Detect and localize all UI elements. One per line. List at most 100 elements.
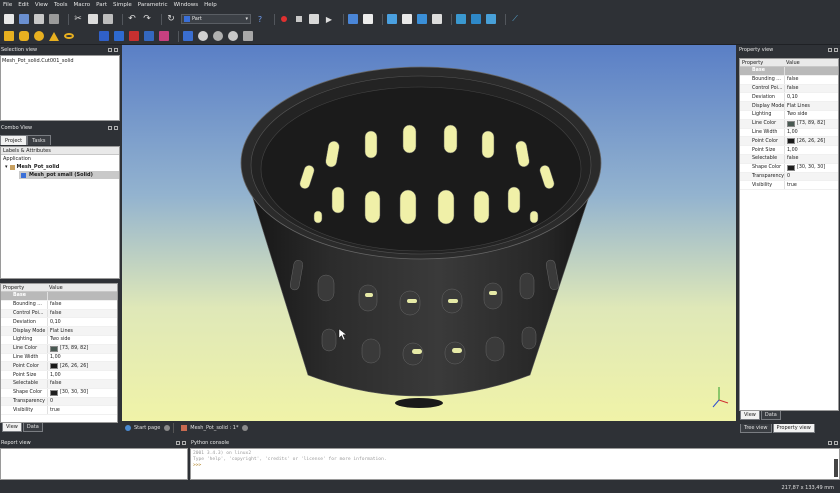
property-row[interactable]: Line Color [73, 89, 82] (1, 344, 117, 354)
property-value[interactable]: [30, 30, 30] (784, 163, 838, 172)
torus-icon[interactable] (64, 31, 74, 41)
report-view-content[interactable] (0, 448, 188, 480)
menu-parametric[interactable]: Parametric (138, 2, 168, 8)
property-row[interactable]: Line Color [73, 89, 82] (740, 119, 838, 129)
color-swatch[interactable] (787, 120, 795, 127)
property-value[interactable]: Two side (47, 335, 117, 344)
property-row[interactable]: Transparency 0 (1, 397, 117, 407)
view-bottom-icon[interactable] (471, 14, 481, 24)
property-value[interactable]: [73, 89, 82] (784, 119, 838, 128)
property-row[interactable]: Selectable false (740, 154, 838, 164)
property-value[interactable]: Flat Lines (47, 327, 117, 335)
cone-icon[interactable] (49, 31, 59, 41)
tab-view[interactable]: View (740, 411, 760, 420)
property-row[interactable]: Transparency 0 (740, 172, 838, 182)
cut-boolean-icon[interactable] (198, 31, 208, 41)
3d-viewport[interactable] (122, 45, 736, 421)
property-value[interactable]: [73, 89, 82] (47, 344, 117, 353)
close-icon[interactable] (834, 441, 838, 445)
menu-part[interactable]: Part (96, 2, 107, 8)
tab-property-view[interactable]: Property view (772, 424, 815, 433)
property-value[interactable]: Flat Lines (784, 102, 838, 110)
menu-view[interactable]: View (35, 2, 48, 8)
property-row[interactable]: Point Size 1,00 (1, 371, 117, 380)
pot-model[interactable] (122, 45, 736, 421)
tab-start-page[interactable]: Start page (122, 423, 175, 433)
property-value[interactable]: Two side (784, 110, 838, 119)
property-value[interactable]: [30, 30, 30] (47, 388, 117, 397)
property-value[interactable]: [26, 26, 26] (784, 137, 838, 146)
property-value[interactable]: true (784, 181, 838, 190)
cylinder-icon[interactable] (19, 31, 29, 41)
color-swatch[interactable] (50, 389, 58, 396)
view-isometric-icon[interactable] (387, 14, 397, 24)
edit-macro-icon[interactable] (309, 14, 319, 24)
record-macro-icon[interactable] (279, 14, 289, 24)
property-row[interactable]: Shape Color [30, 30, 30] (1, 388, 117, 398)
property-value[interactable]: 1,00 (784, 146, 838, 154)
run-macro-icon[interactable]: ▶ (324, 14, 334, 24)
property-row[interactable]: Bounding ... false (740, 75, 838, 85)
property-row[interactable]: Bounding ... false (1, 300, 117, 310)
property-row[interactable]: Display Mode Flat Lines (740, 102, 838, 111)
save-icon[interactable] (34, 14, 44, 24)
property-value[interactable]: 1,00 (47, 353, 117, 362)
cube-icon[interactable] (4, 31, 14, 41)
scrollbar[interactable] (834, 459, 838, 477)
property-value[interactable]: 1,00 (47, 371, 117, 379)
property-value[interactable]: 1,00 (784, 128, 838, 137)
view-top-icon[interactable] (417, 14, 427, 24)
fillet-icon[interactable] (144, 31, 154, 41)
selection-item[interactable]: Mesh_Pot_solid.Cut001_solid (2, 58, 74, 64)
undo-icon[interactable]: ↶ (127, 14, 137, 24)
property-value[interactable]: 0,10 (47, 318, 117, 327)
open-file-icon[interactable] (19, 14, 29, 24)
menu-windows[interactable]: Windows (174, 2, 199, 8)
workbench-selector[interactable]: Part ▾ (181, 14, 251, 24)
property-row[interactable]: Point Color [26, 26, 26] (740, 137, 838, 147)
menu-edit[interactable]: Edit (18, 2, 29, 8)
tree-item-solid[interactable]: Mesh_pot small (Solid) (19, 171, 119, 179)
close-icon[interactable] (834, 48, 838, 52)
close-tab-icon[interactable] (242, 425, 249, 431)
new-file-icon[interactable] (4, 14, 14, 24)
tab-tree-view[interactable]: Tree view (740, 424, 772, 433)
close-tab-icon[interactable] (164, 425, 171, 431)
boolean-icon[interactable] (183, 31, 193, 41)
property-value[interactable]: 0 (784, 172, 838, 181)
property-row[interactable]: Control Poi... false (740, 84, 838, 94)
close-icon[interactable] (182, 441, 186, 445)
group-base[interactable]: Base (740, 67, 838, 76)
expand-icon[interactable]: ▾ (5, 164, 8, 170)
property-row[interactable]: Point Size 1,00 (740, 146, 838, 155)
menu-simple[interactable]: Simple (113, 2, 132, 8)
float-icon[interactable] (176, 441, 180, 445)
extrude-icon[interactable] (99, 31, 109, 41)
view-right-icon[interactable] (432, 14, 442, 24)
sphere-icon[interactable] (34, 31, 44, 41)
color-swatch[interactable] (787, 138, 795, 145)
float-icon[interactable] (828, 48, 832, 52)
property-row[interactable]: Lighting Two side (1, 335, 117, 345)
menu-file[interactable]: File (3, 2, 12, 8)
float-icon[interactable] (108, 48, 112, 52)
close-icon[interactable] (114, 126, 118, 130)
group-base[interactable]: Base (1, 292, 117, 301)
property-row[interactable]: Display Mode Flat Lines (1, 327, 117, 336)
chamfer-icon[interactable] (159, 31, 169, 41)
property-row[interactable]: Deviation 0,10 (740, 93, 838, 103)
property-row[interactable]: Selectable false (1, 379, 117, 389)
property-row[interactable]: Deviation 0,10 (1, 318, 117, 328)
fit-all-icon[interactable] (348, 14, 358, 24)
float-icon[interactable] (828, 441, 832, 445)
whats-this-icon[interactable]: ? (255, 14, 265, 24)
redo-icon[interactable]: ↷ (142, 14, 152, 24)
property-row[interactable]: Lighting Two side (740, 110, 838, 120)
copy-icon[interactable] (88, 14, 98, 24)
view-front-icon[interactable] (402, 14, 412, 24)
property-row[interactable]: Visibility true (1, 406, 117, 416)
property-value[interactable]: false (47, 300, 117, 309)
revolve-icon[interactable] (114, 31, 124, 41)
tree-doc[interactable]: ▾ Mesh_Pot_solid (1, 163, 119, 171)
tab-project[interactable]: Project (0, 135, 28, 145)
